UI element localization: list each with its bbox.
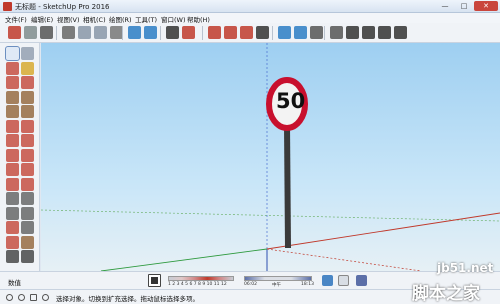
print-preview-icon[interactable]: [166, 26, 179, 39]
geo-location-icon[interactable]: [18, 294, 25, 301]
print-icon[interactable]: [40, 26, 53, 39]
watermark-url: jb51.net: [437, 261, 494, 275]
three-point-arc-icon[interactable]: [6, 134, 19, 147]
info-icon[interactable]: [6, 294, 13, 301]
title-bar: 无标题 - SketchUp Pro 2016 — □ ✕: [0, 0, 500, 13]
shadow-time-slider[interactable]: [244, 276, 312, 281]
menu-bar: 文件(F) 编辑(E) 视图(V) 相机(C) 绘图(R) 工具(T) 窗口(W…: [0, 13, 500, 24]
line-tool-icon[interactable]: [6, 76, 19, 89]
dimension-tool-icon[interactable]: [21, 192, 34, 205]
zoom-tool-icon[interactable]: [6, 250, 19, 263]
pan-tool-icon[interactable]: [21, 235, 34, 249]
share-component-icon[interactable]: [240, 26, 253, 39]
layer-up-icon[interactable]: [278, 26, 291, 39]
toolbar-separator: [272, 26, 273, 40]
main-toolbar: [0, 23, 500, 43]
time-start-label: 06:02: [244, 282, 257, 287]
sketchup-app-icon: [3, 2, 12, 11]
model-viewport[interactable]: 50: [41, 43, 500, 271]
model-uploader-icon[interactable]: [182, 26, 195, 39]
make-component-icon[interactable]: [21, 47, 34, 60]
cut-icon[interactable]: [62, 26, 75, 39]
user-icon[interactable]: [42, 294, 49, 301]
close-button[interactable]: ✕: [474, 1, 498, 11]
display-section-icon[interactable]: [338, 275, 349, 286]
back-view-icon[interactable]: [378, 26, 391, 39]
zoom-window-icon[interactable]: [21, 250, 34, 263]
month-ticks: 1 2 3 4 5 6 7 8 9 10 11 12: [168, 282, 227, 287]
move-tool-icon[interactable]: [6, 148, 19, 162]
top-view-icon[interactable]: [330, 26, 343, 39]
time-noon-label: 中午: [272, 283, 281, 288]
redo-icon[interactable]: [144, 26, 157, 39]
measurements-label: 数值: [8, 279, 21, 287]
time-end-label: 18:13: [301, 282, 314, 287]
3d-warehouse-icon[interactable]: [208, 26, 221, 39]
axes-tool-icon[interactable]: [6, 221, 19, 234]
tape-measure-icon[interactable]: [6, 192, 19, 205]
move-view-icon[interactable]: [256, 26, 269, 39]
rotated-rectangle-icon[interactable]: [21, 90, 34, 104]
left-tool-palette: [0, 43, 40, 271]
section-plane-icon[interactable]: [322, 275, 333, 286]
open-model-icon[interactable]: [8, 26, 21, 39]
paste-icon[interactable]: [94, 26, 107, 39]
minimize-button[interactable]: —: [436, 1, 454, 11]
home-view-icon[interactable]: [346, 26, 359, 39]
arc-tool-icon[interactable]: [6, 119, 19, 133]
shadow-toggle-icon[interactable]: [148, 274, 161, 287]
circle-tool-icon[interactable]: [6, 105, 19, 118]
section-cut-icon[interactable]: [356, 275, 367, 286]
offset-tool-icon[interactable]: [21, 177, 34, 191]
toolbar-separator: [324, 26, 325, 40]
extension-warehouse-icon[interactable]: [224, 26, 237, 39]
freehand-tool-icon[interactable]: [21, 76, 34, 89]
eraser-tool-icon[interactable]: [6, 61, 19, 75]
maximize-button[interactable]: □: [455, 1, 473, 11]
undo-icon[interactable]: [128, 26, 141, 39]
red-axis: [266, 212, 500, 250]
left-view-icon[interactable]: [394, 26, 407, 39]
two-point-arc-icon[interactable]: [21, 119, 34, 133]
select-tool-icon[interactable]: [5, 46, 20, 61]
credits-icon[interactable]: [30, 294, 37, 301]
scene-drawing: [41, 43, 500, 271]
layer-down-icon[interactable]: [294, 26, 307, 39]
shadow-month-slider[interactable]: [168, 276, 234, 281]
3d-text-icon[interactable]: [21, 221, 34, 234]
scale-tool-icon[interactable]: [6, 177, 19, 191]
sign-post: [284, 125, 291, 248]
follow-me-icon[interactable]: [21, 163, 34, 176]
polygon-tool-icon[interactable]: [21, 105, 34, 118]
iso-view-icon[interactable]: [310, 26, 323, 39]
text-tool-icon[interactable]: [21, 206, 34, 220]
front-view-icon[interactable]: [362, 26, 375, 39]
push-pull-icon[interactable]: [21, 148, 34, 162]
green-axis-dotted: [41, 209, 500, 222]
speed-limit-number: 50: [276, 89, 306, 113]
pie-tool-icon[interactable]: [21, 134, 34, 147]
red-axis-dotted: [266, 248, 422, 271]
toolbar-separator: [122, 26, 123, 40]
green-axis: [100, 248, 268, 271]
rotate-tool-icon[interactable]: [6, 163, 19, 176]
model-info-icon[interactable]: [24, 26, 37, 39]
window-title: 无标题 - SketchUp Pro 2016: [15, 3, 110, 11]
rectangle-tool-icon[interactable]: [6, 90, 19, 104]
toolbar-separator: [56, 26, 57, 40]
orbit-tool-icon[interactable]: [6, 235, 19, 249]
watermark-site: 脚本之家: [412, 284, 480, 304]
toolbar-separator: [160, 26, 161, 40]
paint-bucket-icon[interactable]: [21, 61, 34, 75]
protractor-tool-icon[interactable]: [6, 206, 19, 220]
toolbar-separator: [202, 26, 203, 40]
copy-icon[interactable]: [78, 26, 91, 39]
status-message: 选择对象。切换到扩充选择。拖动鼠标选择多项。: [56, 295, 199, 303]
